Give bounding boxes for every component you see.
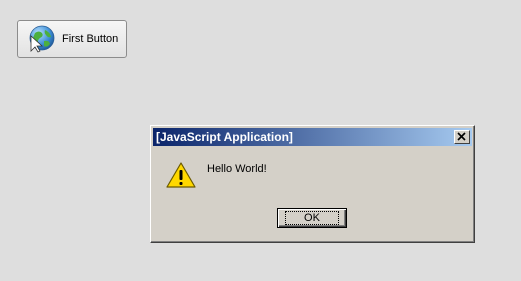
close-button[interactable] bbox=[454, 130, 470, 144]
warning-icon bbox=[166, 162, 196, 188]
first-button[interactable]: First Button bbox=[17, 20, 127, 58]
dialog-titlebar[interactable]: [JavaScript Application] bbox=[153, 128, 472, 146]
dialog-title: [JavaScript Application] bbox=[156, 130, 293, 144]
close-icon bbox=[457, 132, 466, 141]
ok-button-label: OK bbox=[285, 211, 339, 225]
dialog-message: Hello World! bbox=[207, 163, 267, 175]
globe-cursor-icon bbox=[29, 25, 55, 53]
ok-button[interactable]: OK bbox=[277, 208, 347, 228]
first-button-label: First Button bbox=[62, 33, 119, 45]
alert-dialog: [JavaScript Application] Hello World! OK bbox=[150, 125, 475, 243]
